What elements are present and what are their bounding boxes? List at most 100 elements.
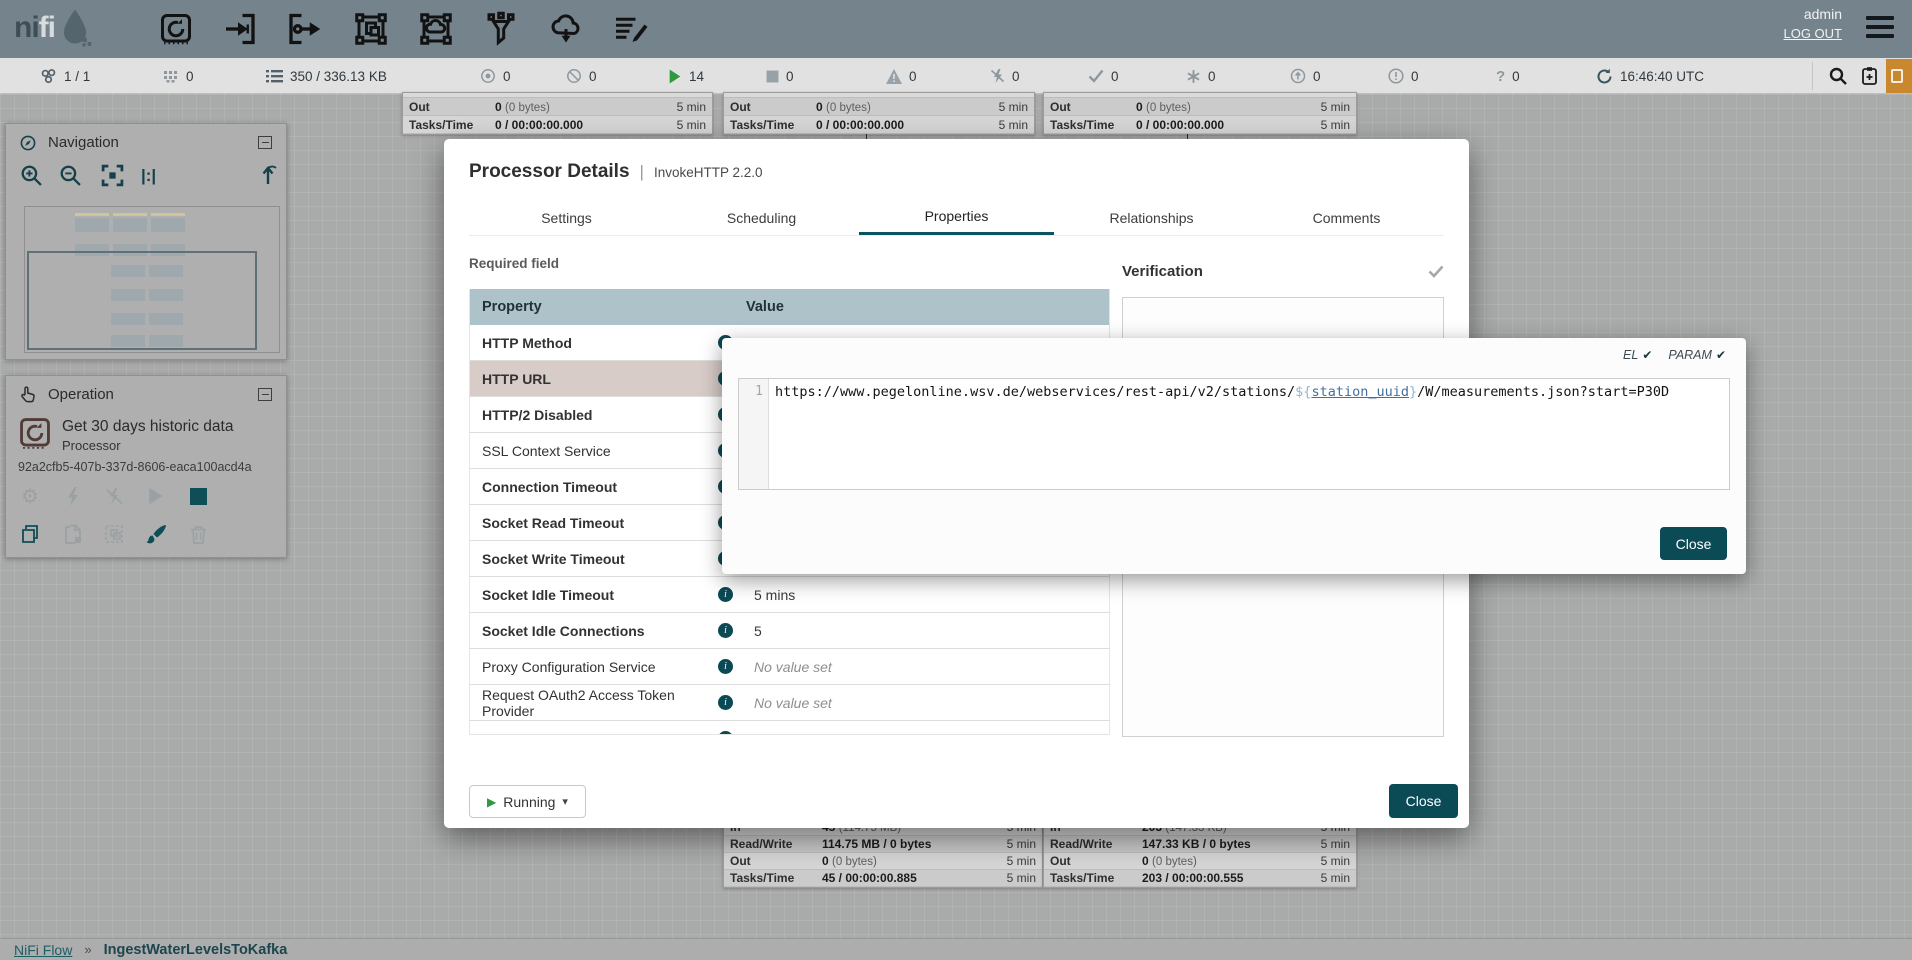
minimap-block bbox=[75, 218, 109, 232]
active-threads-icon bbox=[163, 68, 179, 84]
minimap-block bbox=[75, 213, 109, 216]
configure-icon: ⚙ bbox=[18, 484, 42, 508]
minimap-block bbox=[111, 265, 145, 277]
column-value: Value bbox=[746, 299, 784, 315]
process-group-icon[interactable] bbox=[351, 10, 391, 48]
minimap-block bbox=[151, 218, 185, 232]
info-icon[interactable]: i bbox=[718, 623, 733, 638]
highlighted-panel-button[interactable] bbox=[1886, 59, 1912, 93]
processor-card: In45 (114.75 MB)5 min Read/Write114.75 M… bbox=[723, 818, 1043, 888]
minimap-block bbox=[149, 265, 183, 277]
status-not-transmitting: 0 bbox=[566, 58, 597, 94]
processor-icon[interactable] bbox=[156, 10, 196, 48]
start-icon bbox=[144, 484, 168, 508]
selected-component-id: 92a2cfb5-407b-337d-8606-eaca100acd4a bbox=[18, 460, 252, 474]
tab-properties[interactable]: Properties bbox=[859, 200, 1054, 235]
table-row[interactable]: Socket Idle Connectionsi5 bbox=[470, 613, 1109, 649]
required-field-label: Required field bbox=[469, 256, 559, 271]
zoom-out-icon[interactable] bbox=[59, 164, 82, 187]
search-icon bbox=[1828, 66, 1848, 86]
hand-pointer-icon bbox=[20, 386, 36, 403]
zoom-actual-icon[interactable]: |:| bbox=[141, 166, 156, 186]
operation-panel: Operation Get 30 days historic data Proc… bbox=[5, 375, 287, 558]
status-stopped: 0 bbox=[766, 58, 794, 94]
minimap-block bbox=[151, 213, 185, 216]
status-locally-modified: 0 bbox=[1186, 58, 1216, 94]
search-button[interactable] bbox=[1828, 58, 1848, 94]
birdseye-toggle-icon[interactable] bbox=[258, 164, 278, 186]
collapse-navigation-icon[interactable] bbox=[258, 136, 272, 149]
nifi-logo: nifi bbox=[14, 8, 93, 48]
minimap-block bbox=[113, 218, 147, 232]
dialog-close-button[interactable]: Close bbox=[1389, 784, 1458, 818]
breadcrumb-current: IngestWaterLevelsToKafka bbox=[104, 942, 288, 958]
remote-process-group-icon[interactable] bbox=[416, 10, 456, 48]
locally-modified-stale-icon bbox=[1388, 68, 1404, 84]
template-cloud-icon[interactable] bbox=[546, 10, 586, 48]
info-icon[interactable]: i bbox=[718, 731, 733, 735]
collapse-operation-icon[interactable] bbox=[258, 388, 272, 401]
breadcrumb-root-link[interactable]: NiFi Flow bbox=[14, 942, 72, 958]
table-row[interactable]: Socket Idle Timeouti5 mins bbox=[470, 577, 1109, 613]
minimap-block bbox=[113, 213, 147, 216]
breadcrumb-separator: » bbox=[84, 942, 91, 957]
status-stale: 0 bbox=[1290, 58, 1321, 94]
running-icon bbox=[668, 69, 682, 84]
info-icon[interactable]: i bbox=[718, 659, 733, 674]
current-user: admin bbox=[1783, 6, 1842, 22]
tab-relationships[interactable]: Relationships bbox=[1054, 200, 1249, 235]
table-header: Property Value bbox=[470, 289, 1109, 325]
run-state-button[interactable]: ▶ Running ▾ bbox=[469, 785, 586, 818]
verification-check-icon[interactable] bbox=[1428, 265, 1444, 278]
tab-comments[interactable]: Comments bbox=[1249, 200, 1444, 235]
refresh-icon[interactable] bbox=[1596, 68, 1613, 85]
chevron-down-icon: ▾ bbox=[562, 795, 568, 808]
navigation-title: Navigation bbox=[48, 134, 119, 151]
table-row[interactable]: iNo value set bbox=[470, 721, 1109, 735]
status-active-threads: 0 bbox=[163, 58, 194, 94]
not-transmitting-icon bbox=[566, 68, 582, 84]
value-code-editor[interactable]: 1 https://www.pegelonline.wsv.de/webserv… bbox=[738, 378, 1730, 490]
el-supported-badge: EL✔ bbox=[1623, 348, 1652, 362]
input-port-icon[interactable] bbox=[221, 10, 261, 48]
param-supported-badge: PARAM✔ bbox=[1668, 348, 1726, 362]
clipboard-icon bbox=[1860, 66, 1879, 86]
label-icon[interactable] bbox=[611, 10, 651, 48]
zoom-in-icon[interactable] bbox=[20, 164, 43, 187]
tab-settings[interactable]: Settings bbox=[469, 200, 664, 235]
last-refreshed-time: 16:46:40 UTC bbox=[1620, 69, 1704, 84]
editor-content[interactable]: https://www.pegelonline.wsv.de/webservic… bbox=[769, 379, 1729, 489]
status-bar: 1 / 1 0 350 / 336.13 KB 0 0 14 0 0 0 0 0 bbox=[0, 58, 1912, 94]
minimap-block bbox=[149, 313, 183, 325]
status-cluster: 1 / 1 bbox=[40, 58, 90, 94]
status-refresh: 16:46:40 UTC bbox=[1596, 58, 1704, 94]
tab-scheduling[interactable]: Scheduling bbox=[664, 200, 859, 235]
editor-badges: EL✔ PARAM✔ bbox=[1623, 348, 1726, 362]
stop-icon[interactable] bbox=[186, 484, 210, 508]
clipboard-button[interactable] bbox=[1860, 58, 1879, 94]
status-disabled: 0 bbox=[990, 58, 1020, 94]
transmitting-icon bbox=[480, 68, 496, 84]
compass-icon bbox=[20, 135, 36, 151]
global-menu-icon[interactable] bbox=[1866, 16, 1894, 43]
color-brush-icon[interactable] bbox=[144, 522, 168, 546]
info-icon[interactable]: i bbox=[718, 587, 733, 602]
editor-close-button[interactable]: Close bbox=[1660, 527, 1727, 560]
logout-link[interactable]: LOG OUT bbox=[1783, 26, 1842, 41]
info-icon[interactable]: i bbox=[718, 695, 733, 710]
locally-modified-icon bbox=[1186, 69, 1201, 84]
funnel-icon[interactable] bbox=[481, 10, 521, 48]
birdseye-minimap[interactable] bbox=[24, 206, 280, 353]
invalid-icon bbox=[886, 69, 902, 84]
selected-component-name: Get 30 days historic data bbox=[62, 418, 233, 436]
zoom-fit-icon[interactable] bbox=[101, 164, 124, 187]
copy-icon[interactable] bbox=[18, 522, 42, 546]
status-invalid: 0 bbox=[886, 58, 917, 94]
output-port-icon[interactable] bbox=[286, 10, 326, 48]
table-row[interactable]: Request OAuth2 Access Token ProvideriNo … bbox=[470, 685, 1109, 721]
cluster-icon bbox=[40, 68, 57, 85]
minimap-block bbox=[149, 289, 183, 301]
table-row[interactable]: Proxy Configuration ServiceiNo value set bbox=[470, 649, 1109, 685]
component-toolbar bbox=[156, 10, 651, 48]
check-icon: ✔ bbox=[1716, 348, 1726, 362]
